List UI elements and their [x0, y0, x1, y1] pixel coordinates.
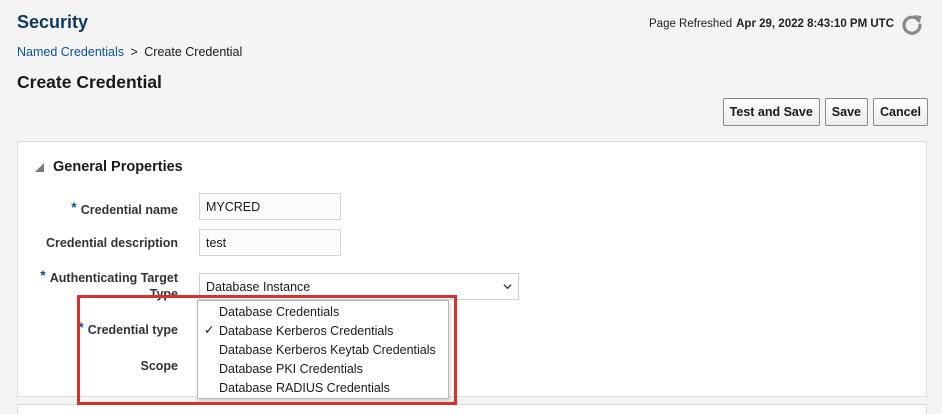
- credential-type-option[interactable]: Database RADIUS Credentials: [198, 378, 448, 397]
- credential-type-label: * Credential type: [78, 319, 178, 337]
- general-properties-panel: General Properties * Credential name MYCR…: [17, 141, 927, 397]
- refresh-label: Page Refreshed: [649, 18, 733, 30]
- cancel-button[interactable]: Cancel: [873, 98, 928, 126]
- chevron-down-icon: [503, 284, 512, 290]
- page-title: Create Credential: [17, 72, 162, 92]
- refresh-timestamp: Apr 29, 2022 8:43:10 PM UTC: [736, 18, 894, 30]
- breadcrumb-named-credentials-link[interactable]: Named Credentials: [17, 45, 124, 59]
- credential-type-dropdown[interactable]: Database Credentials ✓ Database Kerberos …: [197, 300, 449, 399]
- credential-type-option[interactable]: Database PKI Credentials: [198, 359, 448, 378]
- target-type-label: * Authenticating Target Type: [40, 267, 178, 301]
- action-bar: Test and Save Save Cancel: [722, 98, 928, 126]
- refresh-icon[interactable]: [900, 12, 924, 36]
- test-and-save-button[interactable]: Test and Save: [722, 98, 820, 126]
- required-indicator: *: [78, 319, 84, 335]
- credential-description-label: Credential description: [46, 236, 178, 250]
- required-indicator: *: [71, 199, 77, 215]
- credential-name-label: * Credential name: [71, 199, 178, 217]
- breadcrumb-separator: >: [130, 45, 138, 59]
- scope-label: Scope: [140, 359, 178, 373]
- general-properties-header[interactable]: General Properties: [35, 159, 183, 175]
- credential-type-option[interactable]: Database Kerberos Keytab Credentials: [198, 340, 448, 359]
- credential-type-option-selected[interactable]: ✓ Database Kerberos Credentials: [198, 321, 448, 340]
- checkmark-icon: ✓: [204, 323, 215, 337]
- page-refresh-status: Page Refreshed Apr 29, 2022 8:43:10 PM U…: [649, 12, 924, 36]
- next-section-panel: [17, 404, 927, 414]
- collapse-triangle-icon[interactable]: [35, 162, 44, 172]
- required-indicator: *: [40, 267, 46, 283]
- credential-name-input[interactable]: MYCRED: [199, 193, 341, 220]
- breadcrumb: Named Credentials > Create Credential: [17, 45, 242, 59]
- app-title: Security: [17, 12, 89, 32]
- breadcrumb-current: Create Credential: [144, 45, 243, 59]
- credential-description-input[interactable]: test: [199, 229, 341, 256]
- target-type-select[interactable]: Database Instance: [199, 273, 519, 300]
- credential-type-option[interactable]: Database Credentials: [198, 302, 448, 321]
- save-button[interactable]: Save: [824, 98, 868, 126]
- section-title: General Properties: [53, 159, 183, 175]
- target-type-value: Database Instance: [206, 279, 311, 294]
